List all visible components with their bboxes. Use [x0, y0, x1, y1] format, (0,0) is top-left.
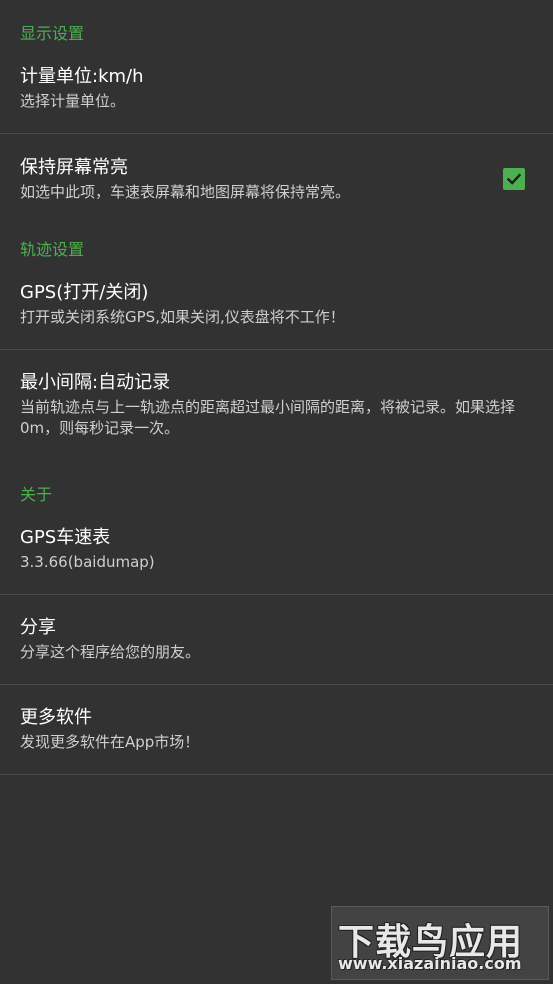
- pref-share[interactable]: 分享 分享这个程序给您的朋友。: [0, 595, 553, 684]
- pref-keep-screen-on-title: 保持屏幕常亮: [20, 156, 128, 178]
- pref-app-info[interactable]: GPS车速表 3.3.66(baidumap): [0, 505, 553, 594]
- watermark-logo: 下载鸟应用 www.xiazainiao.com: [331, 906, 549, 980]
- pref-more-apps-summary: 发现更多软件在App市场！: [20, 733, 200, 751]
- pref-gps-toggle[interactable]: GPS(打开/关闭) 打开或关闭系统GPS,如果关闭,仪表盘将不工作！: [0, 260, 553, 349]
- pref-app-info-summary: 3.3.66(baidumap): [20, 553, 155, 571]
- divider: [0, 774, 553, 775]
- pref-keep-screen-on[interactable]: 保持屏幕常亮 如选中此项，车速表屏幕和地图屏幕将保持常亮。: [0, 134, 553, 224]
- pref-more-apps[interactable]: 更多软件 发现更多软件在App市场！: [0, 685, 553, 774]
- pref-share-title: 分享: [20, 617, 56, 638]
- pref-speed-unit-title: 计量单位:km/h: [20, 66, 144, 87]
- section-header-display-label: 显示设置: [20, 24, 85, 43]
- pref-gps-toggle-title: GPS(打开/关闭): [20, 282, 149, 303]
- pref-gps-toggle-summary: 打开或关闭系统GPS,如果关闭,仪表盘将不工作！: [20, 308, 345, 326]
- watermark-url: www.xiazainiao.com: [338, 954, 522, 973]
- checkmark-icon: [506, 173, 522, 185]
- pref-more-apps-title: 更多软件: [20, 707, 92, 728]
- section-header-display: 显示设置: [0, 0, 553, 44]
- section-header-about: 关于: [0, 459, 553, 505]
- pref-app-info-title: GPS车速表: [20, 527, 111, 548]
- pref-min-interval[interactable]: 最小间隔:自动记录 当前轨迹点与上一轨迹点的距离超过最小间隔的距离，将被记录。如…: [0, 350, 553, 459]
- pref-keep-screen-on-summary: 如选中此项，车速表屏幕和地图屏幕将保持常亮。: [20, 182, 351, 201]
- pref-min-interval-title: 最小间隔:自动记录: [20, 371, 171, 393]
- section-header-track: 轨迹设置: [0, 224, 553, 260]
- pref-speed-unit[interactable]: 计量单位:km/h 选择计量单位。: [0, 44, 553, 133]
- keep-screen-on-checkbox[interactable]: [503, 168, 525, 190]
- section-header-about-label: 关于: [20, 485, 53, 504]
- pref-min-interval-summary: 当前轨迹点与上一轨迹点的距离超过最小间隔的距离，将被记录。如果选择 0m，则每秒…: [20, 397, 516, 437]
- pref-speed-unit-summary: 选择计量单位。: [20, 92, 126, 110]
- section-header-track-label: 轨迹设置: [20, 240, 85, 259]
- pref-share-summary: 分享这个程序给您的朋友。: [20, 643, 201, 661]
